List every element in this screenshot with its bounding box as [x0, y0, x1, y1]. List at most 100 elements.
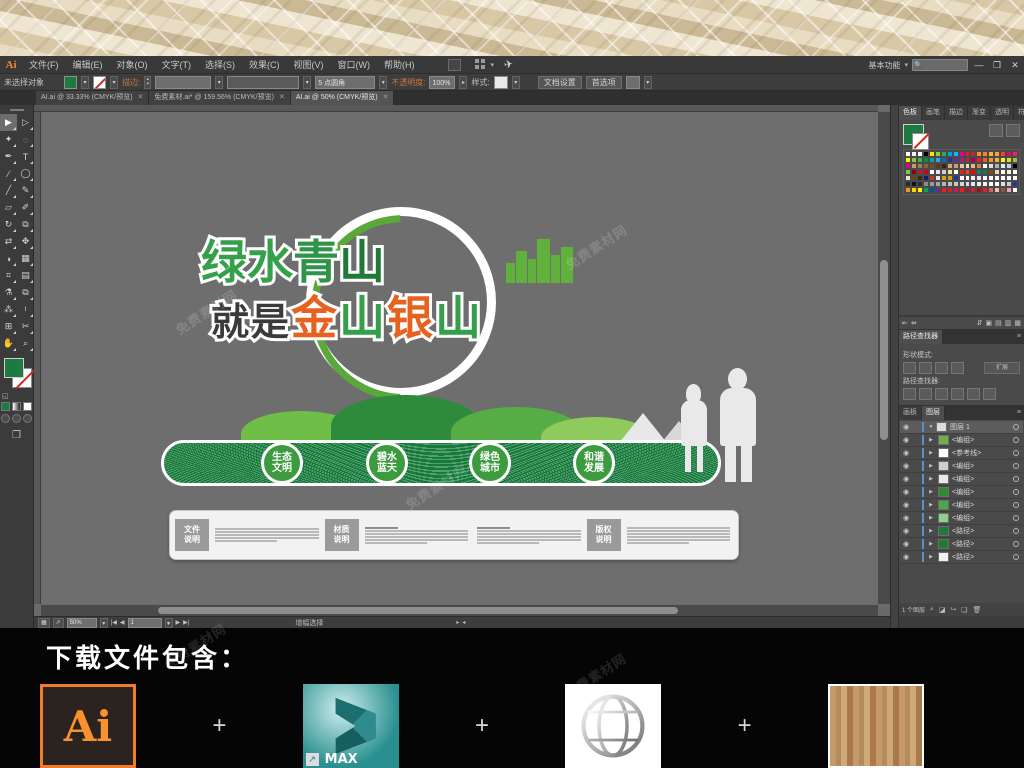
zoom-tool[interactable]: ⌕	[17, 335, 34, 352]
restore-button[interactable]: ❐	[990, 59, 1004, 72]
shape-builder-tool[interactable]: ◑	[0, 250, 17, 267]
stroke-color-swatch[interactable]	[93, 75, 106, 89]
layer-target-icon-0[interactable]	[1013, 424, 1019, 430]
locate-object-icon[interactable]: ⌕	[930, 606, 934, 614]
tab-stroke[interactable]: 描边	[945, 106, 968, 120]
mesh-tool[interactable]: ⌗	[0, 267, 17, 284]
perspective-grid-tool[interactable]: ▦	[17, 250, 34, 267]
document-tab-3[interactable]: AI.ai @ 50% (CMYK/预览) ✕	[290, 91, 395, 105]
layer-twirl-icon-4[interactable]: ▶	[926, 476, 936, 482]
magic-wand-tool[interactable]: ✦	[0, 131, 17, 148]
artboard-chevron-icon[interactable]: ▾	[164, 617, 173, 628]
layers-panel-menu-icon[interactable]: ≡	[1017, 406, 1024, 420]
symbol-sprayer-tool[interactable]: ⁂	[0, 301, 17, 318]
layer-visibility-icon-5[interactable]: ◉	[900, 488, 912, 496]
panel-option-icon-4[interactable]: ▦	[1014, 319, 1021, 327]
layer-target-icon-9[interactable]	[1013, 541, 1019, 547]
merge-button[interactable]	[935, 388, 948, 400]
arrange-documents-icon[interactable]	[447, 58, 461, 71]
pencil-tool[interactable]: ✎	[17, 182, 34, 199]
vertical-scroll-thumb[interactable]	[880, 259, 888, 440]
blob-brush-tool[interactable]: ✐	[17, 199, 34, 216]
divide-button[interactable]	[903, 388, 916, 400]
current-fill-stroke-swatch[interactable]	[903, 124, 929, 150]
tab-transparency[interactable]: 透明	[991, 106, 1014, 120]
stroke-profile-field[interactable]	[227, 75, 300, 89]
document-tab-1[interactable]: AI.ai @ 33.33% (CMYK/预览) ✕	[36, 91, 150, 105]
document-setup-button[interactable]: 文档设置	[537, 75, 582, 89]
zoom-level-field[interactable]: 50%	[66, 617, 97, 628]
layer-target-icon-5[interactable]	[1013, 489, 1019, 495]
blend-tool[interactable]: ⧉	[17, 284, 34, 301]
default-colors-icon[interactable]: ◱	[2, 392, 9, 400]
line-segment-tool[interactable]: ∕	[0, 165, 17, 182]
canvas-vertical-scrollbar[interactable]	[878, 112, 890, 604]
layer-row-10[interactable]: ◉ ▶ <路径>	[900, 551, 1023, 564]
menu-file[interactable]: 文件(F)	[22, 56, 66, 74]
menu-effect[interactable]: 效果(C)	[242, 56, 287, 74]
menu-object[interactable]: 对象(O)	[110, 56, 155, 74]
slice-tool[interactable]: ✂	[17, 318, 34, 335]
menu-window[interactable]: 窗口(W)	[331, 56, 378, 74]
document-tab-3-close-icon[interactable]: ✕	[383, 91, 389, 105]
tab-gradient[interactable]: 渐变	[968, 106, 991, 120]
layer-twirl-icon-6[interactable]: ▶	[926, 502, 936, 508]
layer-target-icon-7[interactable]	[1013, 515, 1019, 521]
panel-option-icon-1[interactable]: ▣	[986, 319, 993, 327]
draw-normal-icon[interactable]	[1, 414, 10, 423]
distribute-icon[interactable]: ⇵	[977, 319, 983, 327]
paintbrush-tool[interactable]: ╱	[0, 182, 17, 199]
list-view-icon[interactable]	[989, 124, 1003, 137]
last-artboard-icon[interactable]: ▶|	[183, 619, 189, 626]
document-tab-2-close-icon[interactable]: ✕	[279, 91, 285, 105]
status-resize-icon[interactable]: ◂	[462, 619, 465, 626]
scale-tool[interactable]: ⧉	[17, 216, 34, 233]
swatch-132[interactable]	[1012, 186, 1019, 193]
artboard-number-field[interactable]: 1	[127, 617, 162, 628]
layer-target-icon-4[interactable]	[1013, 476, 1019, 482]
layer-target-icon-8[interactable]	[1013, 528, 1019, 534]
color-mode-color-icon[interactable]	[1, 402, 10, 411]
color-mode-gradient-icon[interactable]	[12, 402, 21, 411]
exclude-button[interactable]	[951, 362, 964, 374]
layer-twirl-icon-9[interactable]: ▶	[926, 541, 936, 547]
menu-select[interactable]: 选择(S)	[198, 56, 242, 74]
close-button[interactable]: ✕	[1008, 59, 1022, 72]
opacity-field[interactable]: 100%	[429, 75, 456, 89]
tab-artboards[interactable]: 画板	[899, 406, 922, 420]
prev-artboard-icon[interactable]: ◀	[120, 619, 125, 626]
workspace-switcher-chevron-icon[interactable]: ▾	[904, 61, 908, 69]
grid-view-icon[interactable]	[1006, 124, 1020, 137]
stroke-weight-stepper[interactable]: ▴ ▾	[144, 75, 152, 89]
preferences-button[interactable]: 首选项	[585, 75, 622, 89]
align-field[interactable]	[625, 75, 640, 89]
pen-tool[interactable]: ✒	[0, 148, 17, 165]
swatch-color-grid[interactable]	[903, 149, 1020, 195]
fill-color-swatch[interactable]	[64, 75, 77, 89]
layer-twirl-icon-1[interactable]: ▶	[926, 437, 936, 443]
layer-twirl-icon-0[interactable]: ▼	[926, 424, 936, 430]
horizontal-scroll-thumb[interactable]	[158, 607, 679, 614]
ellipse-tool[interactable]: ◯	[17, 165, 34, 182]
layer-target-icon-10[interactable]	[1013, 554, 1019, 560]
layer-target-icon-1[interactable]	[1013, 437, 1019, 443]
type-tool[interactable]: T	[17, 148, 34, 165]
gradient-tool[interactable]: ▤	[17, 267, 34, 284]
align-left-icon[interactable]: ⇤	[902, 319, 908, 327]
width-tool[interactable]: ⇄	[0, 233, 17, 250]
eraser-tool[interactable]: ▱	[0, 199, 17, 216]
align-chevron-icon[interactable]: ▾	[643, 75, 652, 89]
tab-symbols[interactable]: 符号	[1014, 106, 1024, 120]
draw-inside-icon[interactable]	[23, 414, 32, 423]
pathfinder-panel-menu-icon[interactable]: ≡	[1017, 330, 1024, 344]
workspace-name[interactable]: 基本功能	[868, 60, 900, 71]
toolbox-drag-handle[interactable]	[0, 105, 33, 114]
first-artboard-icon[interactable]: |◀	[111, 619, 117, 626]
layer-visibility-icon-8[interactable]: ◉	[900, 527, 912, 535]
column-graph-tool[interactable]: ᴵ	[17, 301, 34, 318]
help-search-input[interactable]	[912, 59, 968, 72]
color-mode-none-icon[interactable]	[23, 402, 32, 411]
layer-visibility-icon-4[interactable]: ◉	[900, 475, 912, 483]
menu-type[interactable]: 文字(T)	[155, 56, 199, 74]
artboard-nav-icon[interactable]: ▦	[38, 617, 50, 628]
